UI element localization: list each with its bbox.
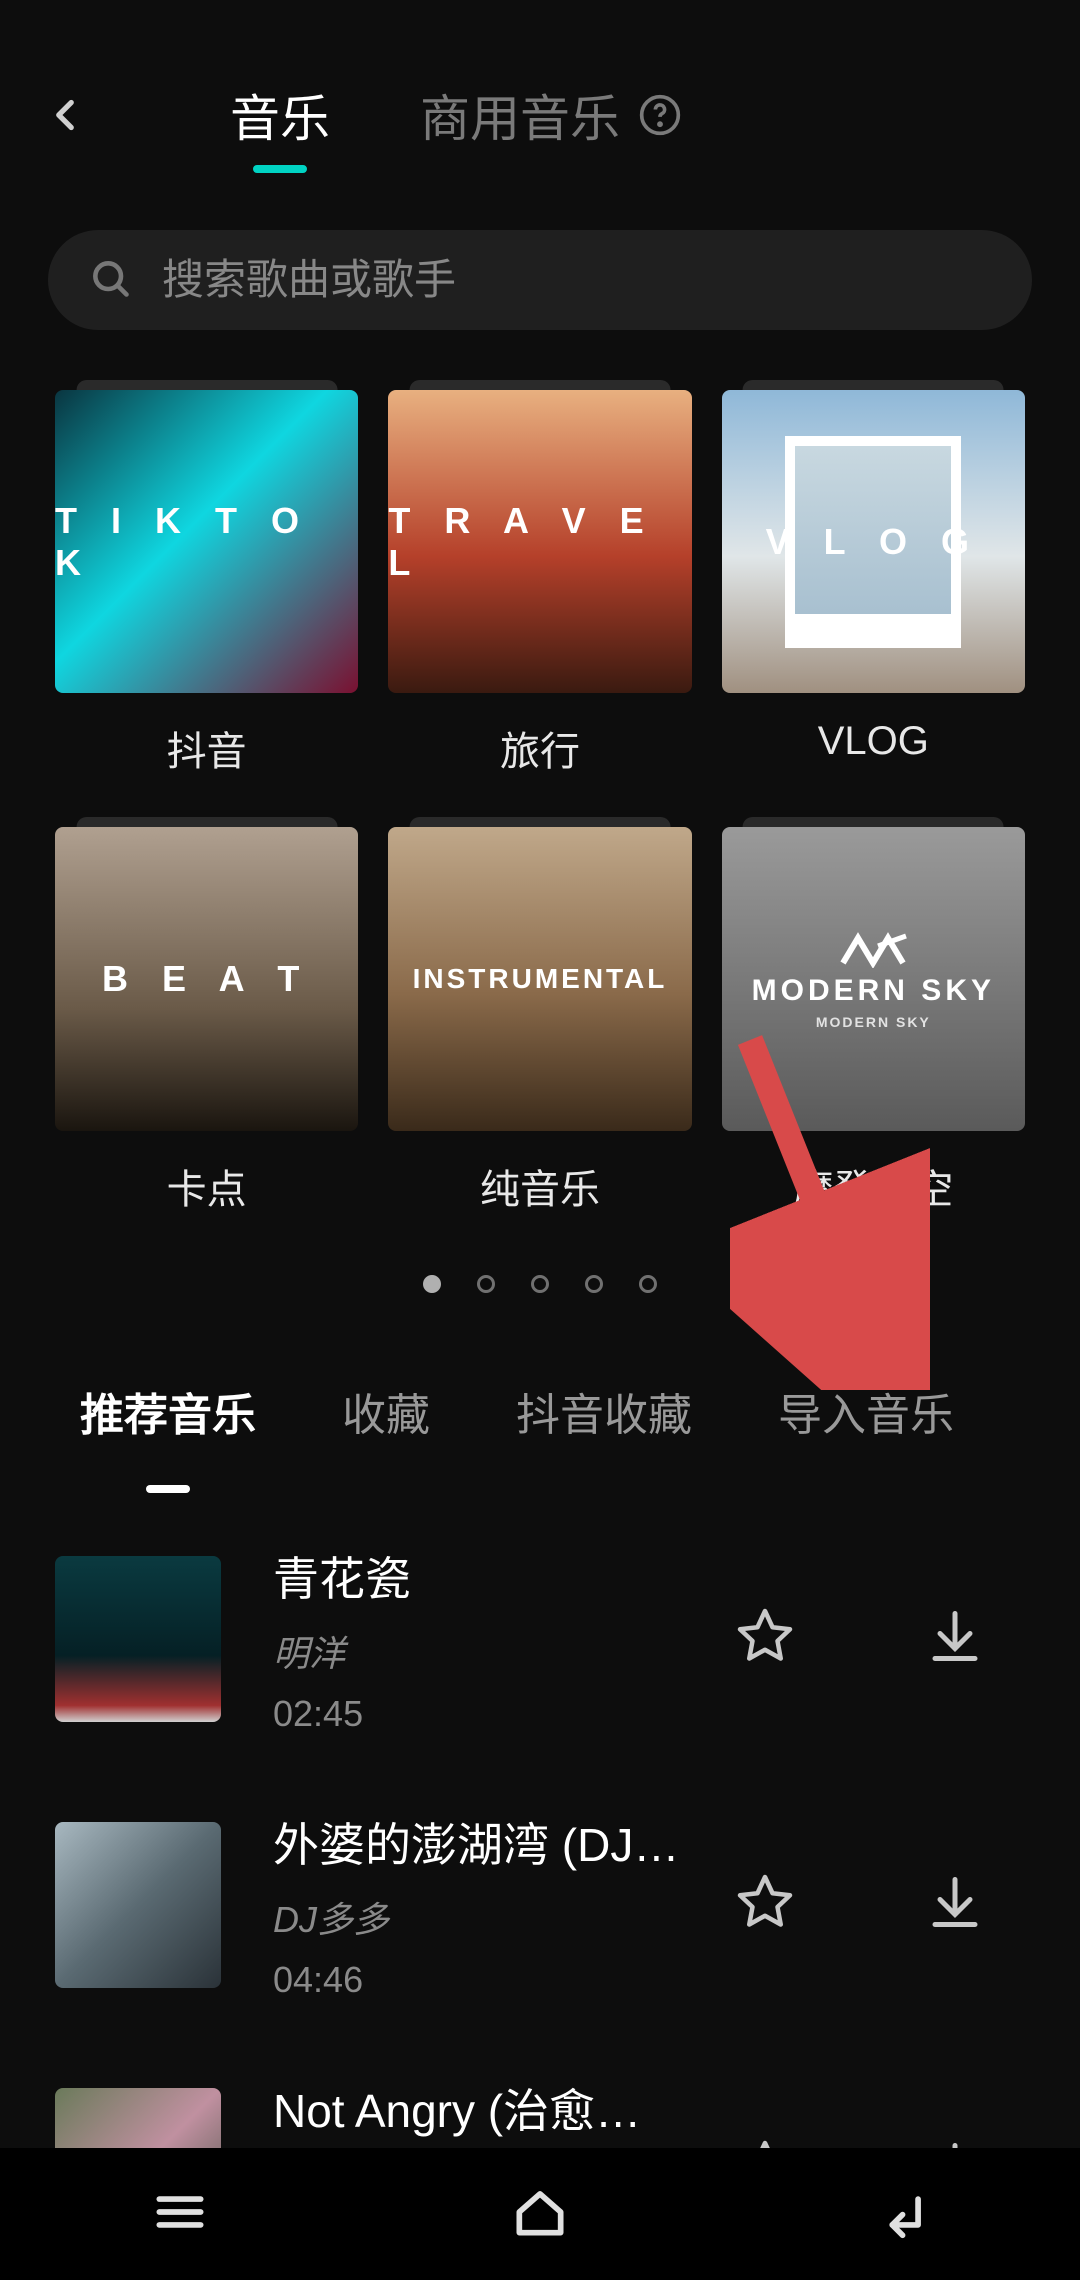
song-info: 青花瓷 明洋 02:45 bbox=[273, 1543, 683, 1735]
tab-import-music[interactable]: 导入音乐 bbox=[778, 1379, 954, 1443]
header: 音乐 商用音乐 bbox=[0, 0, 1080, 210]
song-duration: 04:46 bbox=[273, 1959, 683, 2001]
pager-dot[interactable] bbox=[585, 1275, 603, 1293]
tab-commercial-label: 商用音乐 bbox=[420, 79, 620, 151]
category-thumb: MODERN SKY MODERN SKY bbox=[722, 827, 1025, 1130]
category-thumb: INSTRUMENTAL bbox=[388, 827, 691, 1130]
song-cover bbox=[55, 1822, 221, 1988]
search-input[interactable] bbox=[162, 256, 992, 304]
category-label: 纯音乐 bbox=[480, 1157, 600, 1215]
category-tiktok[interactable]: T I K T O K 抖音 bbox=[55, 390, 358, 777]
pager-dots bbox=[0, 1275, 1080, 1293]
song-row[interactable]: 外婆的澎湖湾 (DJ版) DJ多多 04:46 bbox=[55, 1809, 1025, 2001]
category-label: 抖音 bbox=[167, 719, 247, 777]
download-icon[interactable] bbox=[925, 1872, 985, 1937]
pager-dot[interactable] bbox=[477, 1275, 495, 1293]
favorite-icon[interactable] bbox=[735, 1872, 795, 1937]
tab-favorites[interactable]: 收藏 bbox=[342, 1379, 430, 1443]
list-tabs: 推荐音乐 收藏 抖音收藏 导入音乐 bbox=[0, 1293, 1080, 1443]
song-info: 外婆的澎湖湾 (DJ版) DJ多多 04:46 bbox=[273, 1809, 683, 2001]
pager-dot[interactable] bbox=[531, 1275, 549, 1293]
back-icon[interactable] bbox=[40, 90, 90, 140]
tab-recommended[interactable]: 推荐音乐 bbox=[80, 1379, 256, 1443]
category-modernsky[interactable]: MODERN SKY MODERN SKY 摩登天空 bbox=[722, 827, 1025, 1214]
song-title: 外婆的澎湖湾 (DJ版) bbox=[273, 1809, 683, 1875]
pager-dot[interactable] bbox=[639, 1275, 657, 1293]
song-duration: 02:45 bbox=[273, 1693, 683, 1735]
search-bar[interactable] bbox=[48, 230, 1032, 330]
favorite-icon[interactable] bbox=[735, 1606, 795, 1671]
song-artist: DJ多多 bbox=[273, 1891, 683, 1943]
tab-tiktok-favorites[interactable]: 抖音收藏 bbox=[516, 1379, 692, 1443]
category-beat[interactable]: B E A T 卡点 bbox=[55, 827, 358, 1214]
song-cover bbox=[55, 1556, 221, 1722]
download-icon[interactable] bbox=[925, 1606, 985, 1671]
category-grid: T I K T O K 抖音 T R A V E L 旅行 V L O G VL… bbox=[0, 370, 1080, 1215]
category-label: VLOG bbox=[818, 719, 929, 764]
category-travel[interactable]: T R A V E L 旅行 bbox=[388, 390, 691, 777]
category-thumb: B E A T bbox=[55, 827, 358, 1130]
category-vlog[interactable]: V L O G VLOG bbox=[722, 390, 1025, 777]
category-instrumental[interactable]: INSTRUMENTAL 纯音乐 bbox=[388, 827, 691, 1214]
category-label: 摩登天空 bbox=[793, 1157, 953, 1215]
song-list: 青花瓷 明洋 02:45 外婆的澎湖湾 (DJ版) DJ多多 04:46 bbox=[0, 1443, 1080, 2267]
category-label: 旅行 bbox=[500, 719, 580, 777]
category-thumb: V L O G bbox=[722, 390, 1025, 693]
song-row[interactable]: 青花瓷 明洋 02:45 bbox=[55, 1543, 1025, 1735]
nav-back-icon[interactable] bbox=[869, 2181, 931, 2248]
song-title: 青花瓷 bbox=[273, 1543, 683, 1609]
tab-music[interactable]: 音乐 bbox=[230, 79, 330, 151]
top-tabs: 音乐 商用音乐 bbox=[230, 79, 682, 151]
search-icon bbox=[88, 256, 132, 305]
song-artist: 明洋 bbox=[273, 1625, 683, 1677]
system-nav-bar bbox=[0, 2148, 1080, 2280]
help-icon[interactable] bbox=[638, 93, 682, 137]
category-thumb: T I K T O K bbox=[55, 390, 358, 693]
category-label: 卡点 bbox=[167, 1157, 247, 1215]
tab-commercial-wrap[interactable]: 商用音乐 bbox=[420, 79, 682, 151]
song-title: Not Angry (治愈女… bbox=[273, 2075, 683, 2141]
nav-menu-icon[interactable] bbox=[149, 2181, 211, 2248]
pager-dot[interactable] bbox=[423, 1275, 441, 1293]
nav-home-icon[interactable] bbox=[509, 2181, 571, 2248]
category-thumb: T R A V E L bbox=[388, 390, 691, 693]
